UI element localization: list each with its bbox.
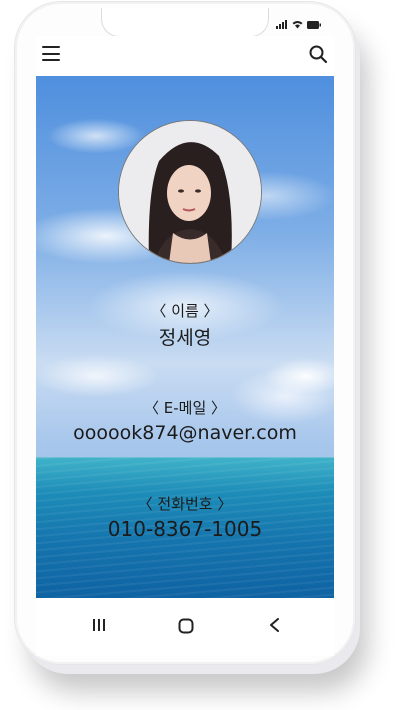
battery-icon — [307, 20, 321, 29]
phone-caption: 〈 전화번호 〉 — [137, 495, 233, 513]
email-caption: 〈 E-메일 〉 — [143, 399, 227, 417]
search-icon[interactable] — [308, 44, 328, 64]
email-value: oooook874@naver.com — [73, 422, 297, 444]
hamburger-menu-icon[interactable] — [42, 46, 60, 62]
notch — [101, 8, 269, 37]
system-nav-bar — [36, 598, 334, 656]
app-screen: 〈 이름 〉 정세영 〈 E-메일 〉 oooook874@naver.com … — [36, 36, 334, 598]
top-app-bar — [36, 36, 334, 76]
name-caption: 〈 이름 〉 — [151, 302, 219, 320]
recent-apps-icon[interactable] — [92, 618, 106, 632]
profile-photo — [118, 120, 262, 264]
phone-value: 010-8367-1005 — [107, 517, 263, 541]
wifi-icon — [292, 21, 303, 29]
name-value: 정세영 — [158, 327, 212, 349]
signal-icon — [276, 20, 287, 29]
back-icon[interactable] — [268, 618, 280, 632]
home-icon[interactable] — [178, 618, 194, 634]
background-sky-sea: 〈 이름 〉 정세영 〈 E-메일 〉 oooook874@naver.com … — [36, 76, 334, 598]
status-bar-icons — [276, 20, 321, 29]
